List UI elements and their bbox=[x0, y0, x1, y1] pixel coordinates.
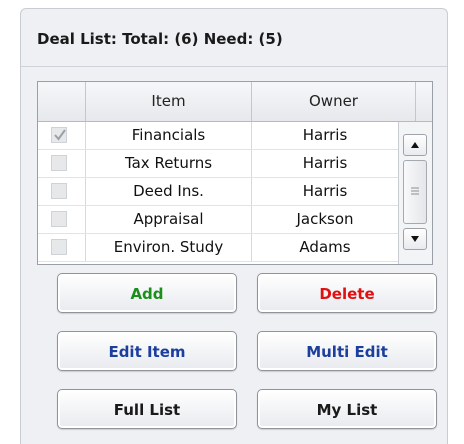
row-item: Financials bbox=[86, 122, 252, 149]
table-row[interactable]: Appraisal Jackson bbox=[38, 206, 398, 234]
row-owner: Harris bbox=[302, 182, 348, 200]
scroll-thumb[interactable] bbox=[403, 160, 427, 224]
panel-header: Deal List: Total: (6) Need: (5) bbox=[21, 9, 447, 67]
scroll-grip-icon bbox=[411, 187, 419, 195]
row-checkbox[interactable] bbox=[51, 211, 67, 227]
multi-edit-button[interactable]: Multi Edit bbox=[257, 331, 437, 371]
column-header-scroll bbox=[416, 82, 432, 121]
table-row[interactable]: Financials Harris bbox=[38, 122, 398, 150]
row-owner: Harris bbox=[302, 126, 348, 144]
row-check-cell bbox=[38, 178, 86, 205]
chevron-down-icon bbox=[411, 236, 419, 242]
row-check-cell bbox=[38, 150, 86, 177]
row-owner: Jackson bbox=[296, 210, 354, 228]
full-list-button[interactable]: Full List bbox=[57, 389, 237, 429]
column-header-owner[interactable]: Owner bbox=[252, 82, 416, 121]
row-check-cell bbox=[38, 206, 86, 233]
scroll-up-button[interactable] bbox=[403, 134, 427, 156]
row-owner: Adams bbox=[299, 238, 351, 256]
edit-item-button[interactable]: Edit Item bbox=[57, 331, 237, 371]
row-item: Appraisal bbox=[86, 206, 252, 233]
scroll-down-button[interactable] bbox=[403, 228, 427, 250]
row-checkbox[interactable] bbox=[51, 239, 67, 255]
grid-header-row: Item Owner bbox=[38, 82, 432, 122]
row-item: Environ. Study bbox=[86, 234, 252, 261]
my-list-button[interactable]: My List bbox=[257, 389, 437, 429]
table-row[interactable]: Tax Returns Harris bbox=[38, 150, 398, 178]
row-checkbox[interactable] bbox=[51, 183, 67, 199]
row-check-cell bbox=[38, 234, 86, 261]
row-checkbox[interactable] bbox=[51, 155, 67, 171]
column-header-check bbox=[38, 82, 86, 121]
deal-list-title: Deal List: Total: (6) Need: (5) bbox=[37, 30, 283, 48]
row-owner: Harris bbox=[302, 154, 348, 172]
column-header-item[interactable]: Item bbox=[86, 82, 252, 121]
table-row[interactable]: Deed Ins. Harris bbox=[38, 178, 398, 206]
table-row[interactable]: Environ. Study Adams bbox=[38, 234, 398, 262]
grid-scrollbar[interactable] bbox=[398, 122, 432, 264]
row-checkbox[interactable] bbox=[51, 127, 67, 143]
deal-items-grid: Item Owner Financials Harris Tax Returns… bbox=[37, 81, 433, 265]
check-icon bbox=[54, 129, 66, 141]
add-button[interactable]: Add bbox=[57, 273, 237, 313]
row-check-cell bbox=[38, 122, 86, 149]
row-item: Tax Returns bbox=[86, 150, 252, 177]
deal-list-panel: Deal List: Total: (6) Need: (5) Item Own… bbox=[20, 8, 448, 444]
row-item: Deed Ins. bbox=[86, 178, 252, 205]
delete-button[interactable]: Delete bbox=[257, 273, 437, 313]
chevron-up-icon bbox=[411, 142, 419, 148]
